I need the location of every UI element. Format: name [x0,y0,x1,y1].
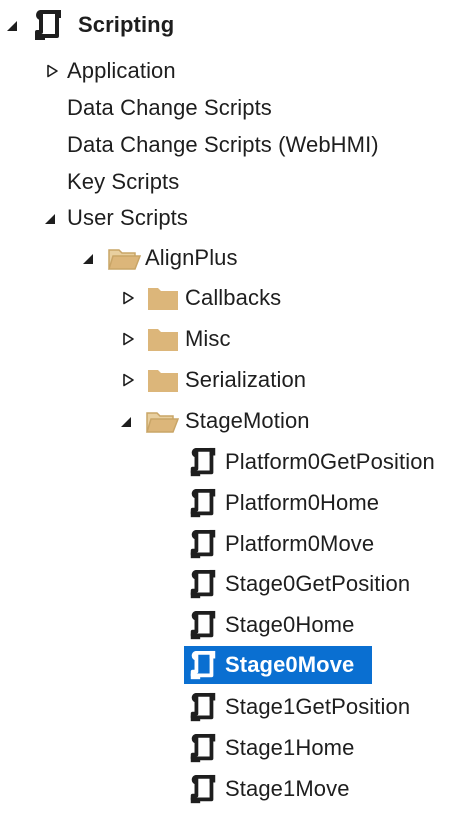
tree-node-platform0move[interactable]: Platform0Move [0,526,400,562]
tree-node-callbacks[interactable]: Callbacks [0,280,300,316]
tree-node-label: Scripting [78,12,175,37]
tree-node-label: Platform0GetPosition [225,449,435,474]
tree-node-label: Stage1Home [225,735,355,760]
tree-node-stage0home[interactable]: Stage0Home [0,607,380,643]
tree-node-stage1home[interactable]: Stage1Home [0,730,380,766]
tree-node-label: Key Scripts [67,169,180,194]
tree-node-stage1move[interactable]: Stage1Move [0,771,380,807]
script-icon [186,732,220,766]
script-icon [186,487,220,521]
expanded-arrow-icon[interactable] [118,414,134,430]
tree-node-user-scripts[interactable]: User Scripts [0,200,240,236]
tree-node-label: Stage0Move [225,652,355,677]
expanded-arrow-icon[interactable] [42,211,58,227]
collapsed-arrow-icon[interactable] [120,372,136,388]
tree-node-application[interactable]: Application [0,53,240,89]
script-icon [186,691,220,725]
tree-node-misc[interactable]: Misc [0,321,260,357]
open-folder-icon [107,244,141,272]
tree-node-label: Platform0Move [225,531,375,556]
tree-node-serialization[interactable]: Serialization [0,362,330,398]
folder-icon [147,367,179,393]
script-icon [186,649,220,683]
tree-node-label: AlignPlus [145,245,238,270]
collapsed-arrow-icon[interactable] [120,331,136,347]
folder-icon [147,285,179,311]
tree-node-label: Stage0GetPosition [225,571,411,596]
tree-node-label: Callbacks [185,285,282,310]
tree-node-label: Stage1GetPosition [225,694,411,719]
open-folder-icon [145,407,179,435]
tree-node-label: Data Change Scripts (WebHMI) [67,132,379,157]
script-icon [186,528,220,562]
tree-node-label: Serialization [185,367,307,392]
script-icon [186,773,220,807]
script-icon [186,568,220,602]
scripting-tree: Scripting Application Data Change Script… [0,0,474,815]
tree-node-stage1getposition[interactable]: Stage1GetPosition [0,689,430,725]
tree-node-label: User Scripts [67,205,188,230]
expanded-arrow-icon[interactable] [80,251,96,267]
tree-node-scripting[interactable]: Scripting [0,8,240,44]
tree-node-label: Data Change Scripts [67,95,272,120]
tree-node-platform0getposition[interactable]: Platform0GetPosition [0,444,470,480]
expanded-arrow-icon[interactable] [4,18,20,34]
tree-node-label: Stage0Home [225,612,355,637]
collapsed-arrow-icon[interactable] [120,290,136,306]
collapsed-arrow-icon[interactable] [44,63,60,79]
tree-node-data-change-scripts[interactable]: Data Change Scripts [0,90,320,126]
script-icon [186,609,220,643]
tree-node-stage0getposition[interactable]: Stage0GetPosition [0,566,430,602]
tree-node-label: Stage1Move [225,776,350,801]
tree-node-platform0home[interactable]: Platform0Home [0,485,400,521]
tree-node-label: Misc [185,326,231,351]
tree-node-stagemotion[interactable]: StageMotion [0,403,340,439]
tree-node-data-change-scripts-webhmi[interactable]: Data Change Scripts (WebHMI) [0,127,420,163]
script-icon [30,8,66,44]
tree-node-label: Application [67,58,176,83]
folder-icon [147,326,179,352]
tree-node-key-scripts[interactable]: Key Scripts [0,164,240,200]
tree-node-alignplus[interactable]: AlignPlus [0,240,260,276]
tree-node-stage0move[interactable]: Stage0Move [0,646,380,684]
tree-node-label: StageMotion [185,408,310,433]
tree-node-label: Platform0Home [225,490,380,515]
script-icon [186,446,220,480]
